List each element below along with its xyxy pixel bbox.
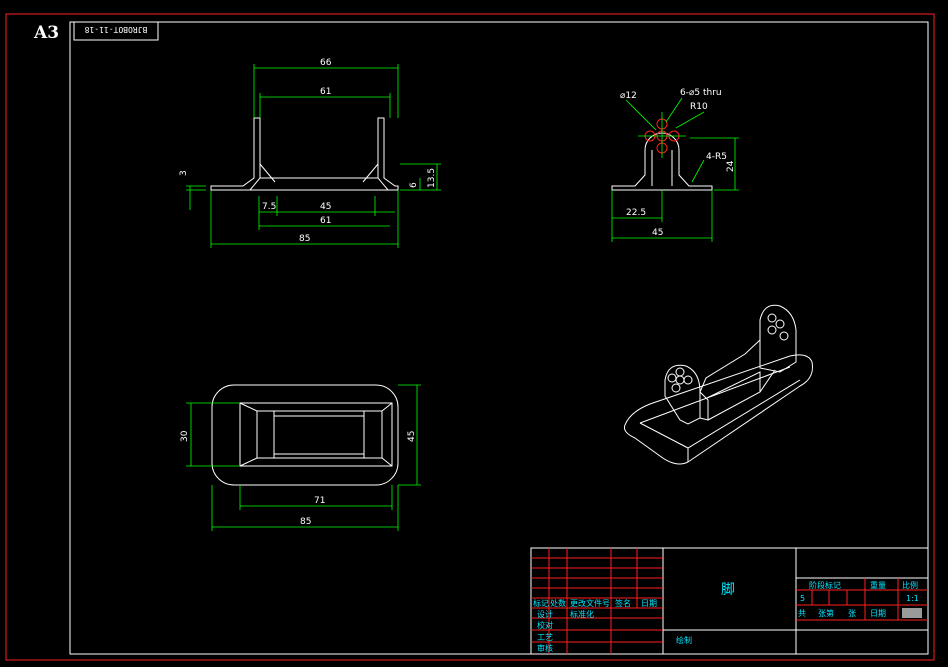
- hdr-count: 处数: [550, 598, 566, 608]
- hdr-date: 日期: [641, 599, 657, 608]
- dim-inner-height: 30: [180, 430, 190, 442]
- weight-value: 5: [800, 594, 805, 603]
- front-view: 66 61 3 6 13.5 7.5 45 61 85: [179, 58, 441, 248]
- drawing-sheet: A3 BJROBOT-11-18 66 61 3 6 13.5 7.5 45 6…: [5, 13, 935, 661]
- dim-corner-radius: 4-R5: [706, 152, 727, 162]
- iso-base-outer: [624, 354, 813, 465]
- col-weight: 重量: [870, 580, 886, 590]
- date-field[interactable]: [902, 608, 922, 618]
- dim-half-width: 22.5: [626, 208, 646, 218]
- front-left-wall: [210, 117, 261, 191]
- standardization-label: 标准化: [570, 609, 594, 619]
- hdr-sign: 签名: [615, 598, 631, 608]
- dim-inner-length: 71: [314, 496, 325, 506]
- inner-frame: [69, 21, 929, 655]
- front-right-wall: [377, 117, 399, 191]
- dim-inner-width: 61: [320, 87, 331, 97]
- sheet-of: 张第: [818, 608, 834, 618]
- sheet-unit: 张: [848, 609, 856, 618]
- dim-left-offset: 7.5: [262, 202, 276, 212]
- cad-canvas[interactable]: A3 BJROBOT-11-18 66 61 3 6 13.5 7.5 45 6…: [0, 0, 948, 667]
- dim-outer-height: 45: [407, 431, 417, 442]
- dim-plate-thickness: 3: [179, 170, 189, 176]
- dim-outer-width: 66: [320, 58, 332, 68]
- iso-view: [624, 304, 813, 465]
- drawing-code: BJROBOT-11-18: [85, 25, 148, 34]
- dim-hole-dia: ⌀12: [620, 91, 637, 101]
- hdr-mark: 标记: [533, 598, 549, 608]
- sheet-total: 共: [798, 609, 806, 618]
- part-name: 脚: [721, 582, 735, 598]
- sheet-date: 日期: [870, 609, 886, 618]
- outer-frame: [5, 13, 935, 661]
- title-block: 标记 处数 更改文件号 签名 日期 设计 校对 工艺 审核 标准化 绘制 脚 阶…: [530, 547, 929, 655]
- col-scale: 比例: [902, 580, 918, 590]
- dim-base-length: 85: [299, 234, 310, 244]
- col-stage-mark: 阶段标记: [809, 580, 841, 590]
- top-view: 30 45 71 85: [180, 384, 421, 531]
- dim-total-height: 13.5: [427, 168, 437, 188]
- hdr-change-doc: 更改文件号: [570, 598, 610, 608]
- dim-full-width: 45: [652, 228, 663, 238]
- side-view: ⌀12 6-⌀5 thru R10 4-R5 24 22.5 45: [611, 88, 739, 242]
- dim-outer-length: 85: [300, 517, 311, 527]
- row-process: 工艺: [537, 633, 553, 642]
- scale-value: 1:1: [906, 594, 919, 603]
- dim-lip-height: 6: [409, 182, 419, 188]
- dim-arc-radius: R10: [690, 102, 708, 112]
- dim-height: 24: [726, 160, 736, 172]
- row-design: 设计: [537, 609, 553, 619]
- drawn-label: 绘制: [676, 635, 692, 645]
- dim-slot-span: 61: [320, 216, 331, 226]
- row-check: 校对: [537, 620, 553, 630]
- dim-hole-callout: 6-⌀5 thru: [680, 88, 722, 98]
- iso-right-wall: [759, 304, 797, 373]
- row-review: 审核: [537, 643, 553, 653]
- sheet-size-label: A3: [33, 23, 59, 43]
- dim-slot-width: 45: [320, 202, 331, 212]
